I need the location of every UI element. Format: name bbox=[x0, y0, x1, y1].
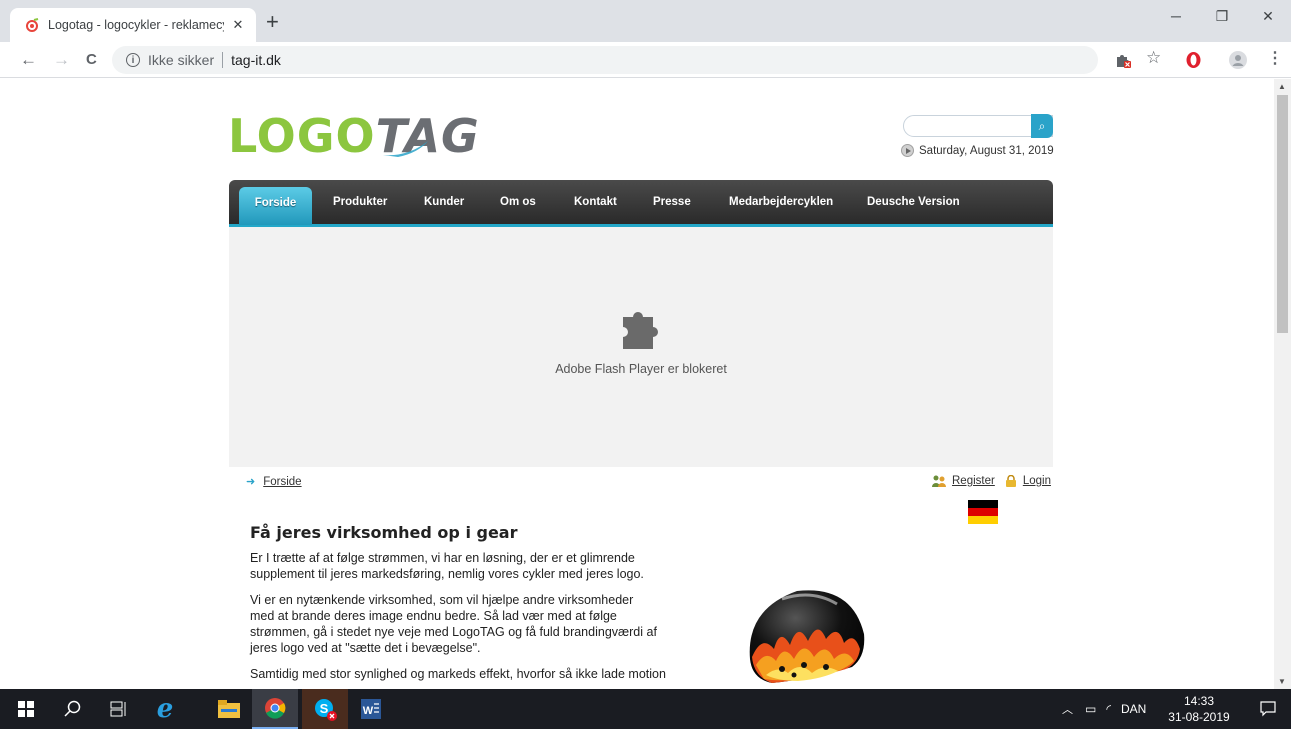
site-favicon-icon bbox=[26, 18, 39, 32]
word-icon[interactable]: W bbox=[348, 689, 394, 729]
svg-text:S: S bbox=[320, 701, 329, 716]
nav-item-deusche-version[interactable]: Deusche Version bbox=[867, 196, 960, 208]
logo-swoosh-icon bbox=[383, 141, 428, 157]
clock-date: 31-08-2019 bbox=[1168, 710, 1230, 724]
intro-paragraph: Er I trætte af at følge strømmen, vi har… bbox=[250, 551, 644, 581]
opera-extension-icon[interactable] bbox=[1185, 51, 1202, 69]
windows-start-icon[interactable] bbox=[3, 689, 49, 729]
skype-icon[interactable]: S bbox=[302, 689, 348, 729]
about-paragraph: Vi er en nytænkende virksomhed, som vil … bbox=[250, 593, 657, 655]
breadcrumb: ➜ Forside bbox=[246, 475, 302, 489]
main-navigation: Forside Produkter Kunder Om os Kontakt P… bbox=[229, 180, 1053, 227]
browser-toolbar: ← → C i Ikke sikker tag-it.dk ☆ ⋮ bbox=[0, 42, 1291, 78]
notification-center-icon[interactable] bbox=[1245, 689, 1291, 729]
scroll-down-icon[interactable]: ▼ bbox=[1278, 677, 1286, 686]
tab-close-icon[interactable]: ✕ bbox=[230, 17, 246, 33]
current-date: Saturday, August 31, 2019 bbox=[901, 144, 1054, 157]
logo-text-logo: LOGO bbox=[228, 109, 376, 163]
back-button[interactable]: ← bbox=[20, 50, 37, 70]
window-close-icon[interactable]: ✕ bbox=[1245, 8, 1291, 25]
security-label[interactable]: Ikke sikker bbox=[148, 52, 214, 68]
tab-strip: Logotag - logocykler - reklamecy ✕ + ─ ❐… bbox=[0, 0, 1291, 42]
nav-item-presse[interactable]: Presse bbox=[653, 196, 691, 208]
address-bar[interactable]: i Ikke sikker tag-it.dk bbox=[112, 46, 1098, 74]
separator bbox=[222, 52, 224, 68]
register-users-icon bbox=[932, 475, 946, 487]
plugin-puzzle-icon bbox=[623, 312, 659, 349]
reload-button[interactable]: C bbox=[86, 50, 97, 70]
clock-time: 14:33 bbox=[1183, 694, 1215, 708]
flash-placeholder[interactable]: Adobe Flash Player er blokeret bbox=[229, 227, 1053, 467]
menu-kebab-icon[interactable]: ⋮ bbox=[1267, 51, 1283, 67]
taskbar-clock[interactable]: 14:33 31-08-2019 bbox=[1168, 693, 1230, 725]
german-flag-icon[interactable] bbox=[968, 500, 998, 524]
internet-explorer-icon[interactable]: e bbox=[142, 689, 188, 729]
scrollbar-thumb[interactable] bbox=[1277, 95, 1288, 333]
arrow-right-icon: ➜ bbox=[246, 476, 256, 488]
date-text: Saturday, August 31, 2019 bbox=[919, 144, 1054, 157]
nav-item-om-os[interactable]: Om os bbox=[500, 196, 536, 208]
nav-item-kunder[interactable]: Kunder bbox=[424, 196, 464, 208]
language-indicator[interactable]: DAN bbox=[1121, 702, 1146, 716]
register-link[interactable]: Register bbox=[952, 475, 995, 487]
tab-title: Logotag - logocykler - reklamecy bbox=[48, 18, 224, 32]
profile-avatar-icon[interactable] bbox=[1229, 51, 1247, 69]
nav-item-forside[interactable]: Forside bbox=[239, 187, 312, 225]
flash-blocked-message: Adobe Flash Player er blokeret bbox=[555, 362, 727, 376]
info-icon[interactable]: i bbox=[126, 53, 140, 67]
scroll-up-icon[interactable]: ▲ bbox=[1278, 82, 1286, 91]
task-view-icon[interactable] bbox=[96, 689, 142, 729]
bookmark-star-icon[interactable]: ☆ bbox=[1146, 49, 1161, 66]
url-text[interactable]: tag-it.dk bbox=[231, 52, 281, 68]
restore-icon[interactable]: ❐ bbox=[1199, 8, 1245, 25]
forward-button[interactable]: → bbox=[53, 50, 70, 70]
main-content: Få jeres virksomhed op i gear Er I trætt… bbox=[250, 523, 710, 689]
battery-icon[interactable]: ▭ bbox=[1085, 702, 1096, 716]
nav-item-kontakt[interactable]: Kontakt bbox=[574, 196, 617, 208]
search-icon[interactable] bbox=[50, 689, 96, 729]
browser-tab[interactable]: Logotag - logocykler - reklamecy ✕ bbox=[10, 8, 256, 42]
login-link[interactable]: Login bbox=[1023, 475, 1051, 487]
windows-taskbar: e S W ︿ ▭ ◜ DAN 14:33 31-08-2019 bbox=[0, 689, 1291, 729]
svg-text:W: W bbox=[363, 705, 374, 717]
nav-item-produkter[interactable]: Produkter bbox=[333, 196, 387, 208]
helmet-image bbox=[749, 590, 865, 683]
blocked-plugin-icon[interactable] bbox=[1114, 51, 1132, 69]
wifi-icon[interactable]: ◜ bbox=[1106, 702, 1111, 716]
search-button[interactable]: ⌕ bbox=[1031, 114, 1053, 138]
lock-icon bbox=[1005, 475, 1016, 487]
logotag-logo[interactable]: LOGOTAG bbox=[228, 113, 480, 159]
motion-paragraph: Samtidig med stor synlighed og markeds e… bbox=[250, 667, 666, 681]
chrome-taskbar-icon[interactable] bbox=[252, 689, 298, 729]
file-explorer-icon[interactable] bbox=[206, 689, 252, 729]
system-tray: ︿ ▭ ◜ DAN bbox=[1062, 689, 1146, 729]
tray-chevron-icon[interactable]: ︿ bbox=[1062, 701, 1073, 717]
new-tab-button[interactable]: + bbox=[266, 11, 279, 33]
auth-links: Register Login bbox=[932, 475, 1051, 487]
webpage: LOGOTAG ⌕ Saturday, August 31, 2019 Fors… bbox=[0, 79, 1274, 689]
breadcrumb-forside-link[interactable]: Forside bbox=[263, 476, 301, 488]
page-heading: Få jeres virksomhed op i gear bbox=[250, 523, 518, 542]
play-icon bbox=[901, 144, 914, 157]
minimize-icon[interactable]: ─ bbox=[1153, 8, 1199, 24]
nav-item-medarbejdercyklen[interactable]: Medarbejdercyklen bbox=[729, 196, 833, 208]
page-scrollbar[interactable]: ▲ ▼ bbox=[1274, 79, 1291, 689]
